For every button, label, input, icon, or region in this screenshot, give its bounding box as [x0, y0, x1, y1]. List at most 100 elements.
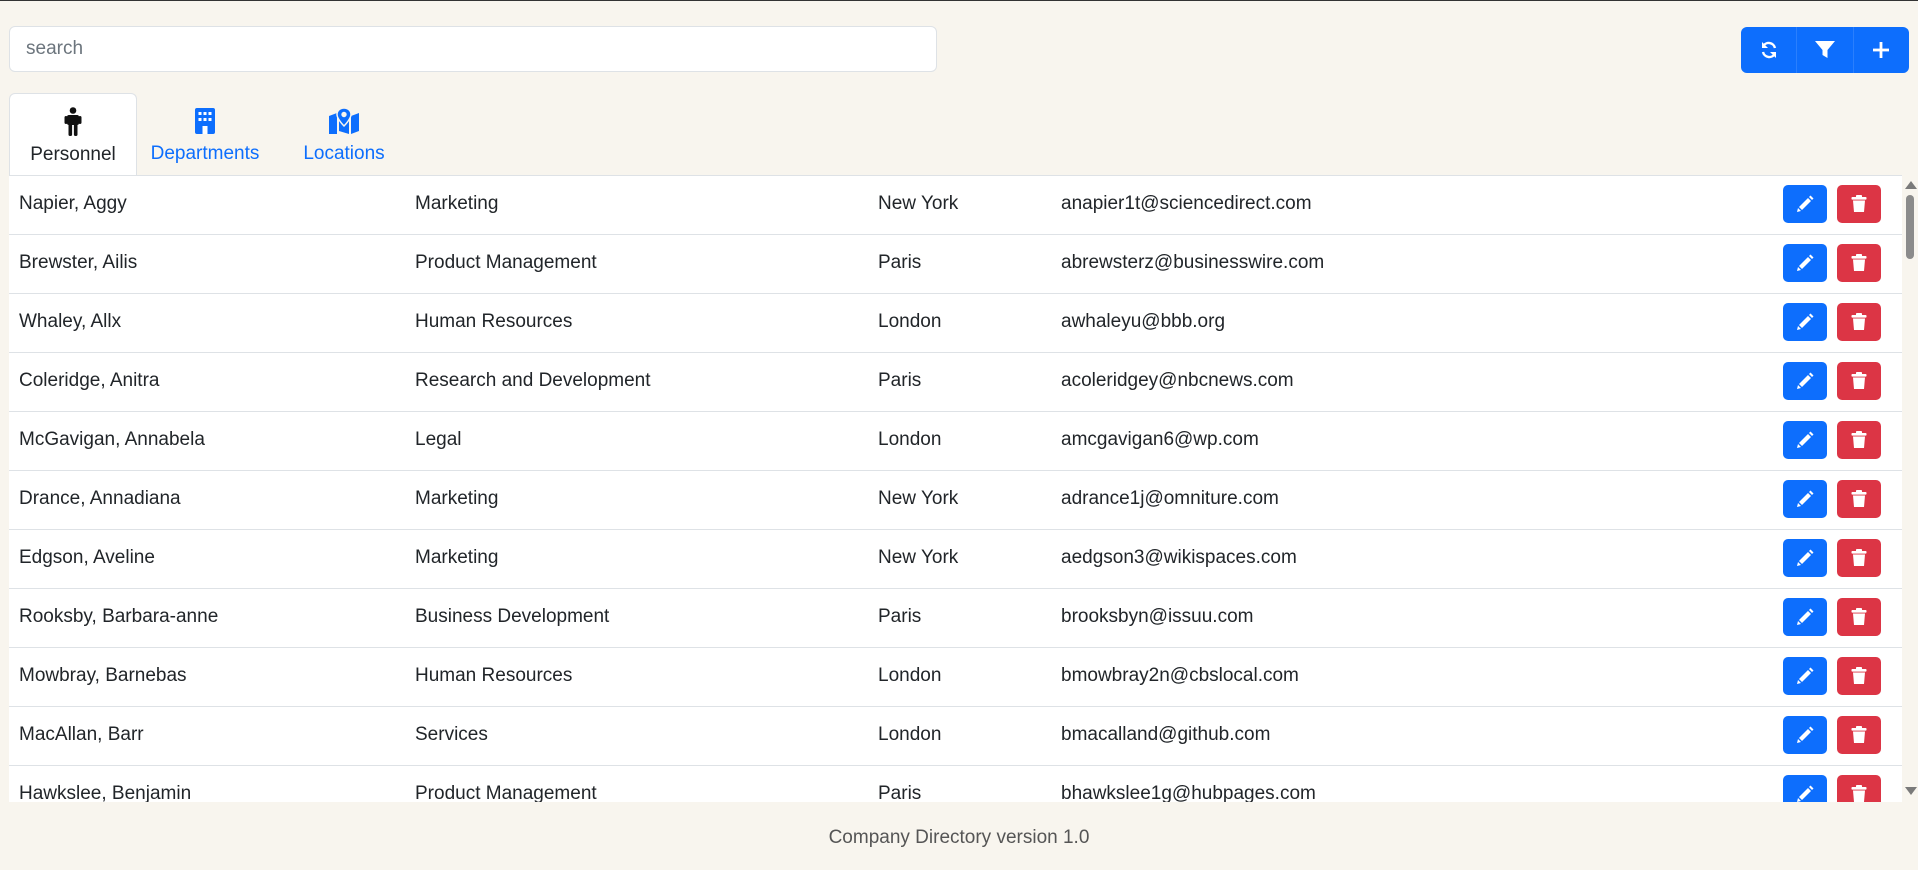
trash-icon — [1851, 254, 1867, 272]
delete-button[interactable] — [1837, 716, 1881, 754]
delete-button[interactable] — [1837, 185, 1881, 223]
edit-button[interactable] — [1783, 657, 1827, 695]
tab-departments[interactable]: Departments — [137, 93, 273, 175]
table-row[interactable]: Edgson, Aveline Marketing New York aedgson3… — [9, 530, 1902, 589]
pencil-icon — [1796, 431, 1814, 449]
tab-locations[interactable]: Locations — [273, 93, 415, 175]
trash-icon — [1851, 195, 1867, 213]
employee-email: bhawkslee1g@hubpages.com — [1061, 783, 1316, 802]
delete-button[interactable] — [1837, 303, 1881, 341]
trash-icon — [1851, 490, 1867, 508]
employee-name: Drance, Annadiana — [19, 488, 181, 509]
employee-email: aedgson3@wikispaces.com — [1061, 547, 1297, 568]
scroll-up-arrow-icon[interactable] — [1905, 181, 1917, 189]
edit-button[interactable] — [1783, 775, 1827, 802]
employee-name: Brewster, Ailis — [19, 252, 138, 273]
table-row[interactable]: Whaley, Allx Human Resources London awhaley… — [9, 294, 1902, 353]
employee-department: Services — [415, 724, 488, 745]
delete-button[interactable] — [1837, 657, 1881, 695]
employee-name: Hawkslee, Benjamin — [19, 783, 192, 802]
employee-location: New York — [878, 193, 959, 214]
table-row[interactable]: MacAllan, Barr Services London bmacalland@g… — [9, 707, 1902, 766]
delete-button[interactable] — [1837, 480, 1881, 518]
employee-name: Whaley, Allx — [19, 311, 122, 332]
employee-location: London — [878, 724, 942, 745]
employee-department: Product Management — [415, 783, 597, 802]
employee-name: MacAllan, Barr — [19, 724, 144, 745]
pencil-icon — [1796, 785, 1814, 802]
tab-label: Departments — [150, 143, 260, 164]
trash-icon — [1851, 608, 1867, 626]
employee-department: Human Resources — [415, 665, 573, 686]
employee-email: awhaleyu@bbb.org — [1061, 311, 1226, 332]
refresh-button[interactable] — [1741, 27, 1796, 73]
employee-department: Marketing — [415, 488, 499, 509]
trash-icon — [1851, 726, 1867, 744]
trash-icon — [1851, 549, 1867, 567]
employee-department: Product Management — [415, 252, 597, 273]
table-row[interactable]: Rooksby, Barbara-anne Business Developmen… — [9, 589, 1902, 648]
table-row[interactable]: Drance, Annadiana Marketing New York adranc… — [9, 471, 1902, 530]
add-button[interactable] — [1852, 27, 1909, 73]
edit-button[interactable] — [1783, 480, 1827, 518]
employee-location: Paris — [878, 370, 922, 391]
edit-button[interactable] — [1783, 598, 1827, 636]
tab-label: Locations — [303, 143, 385, 164]
employee-department: Business Development — [415, 606, 610, 627]
scrollbar-thumb[interactable] — [1906, 195, 1914, 259]
edit-button[interactable] — [1783, 539, 1827, 577]
personnel-table: Napier, Aggy Marketing New York anapier1t@s… — [9, 175, 1902, 802]
employee-department: Marketing — [415, 193, 499, 214]
employee-email: adrance1j@omniture.com — [1061, 488, 1279, 509]
pencil-icon — [1796, 667, 1814, 685]
edit-button[interactable] — [1783, 421, 1827, 459]
employee-name: Napier, Aggy — [19, 193, 127, 214]
employee-location: New York — [878, 488, 959, 509]
edit-button[interactable] — [1783, 303, 1827, 341]
pencil-icon — [1796, 490, 1814, 508]
person-icon — [64, 106, 82, 138]
footer-version: Company Directory version 1.0 — [828, 827, 1090, 848]
employee-email: anapier1t@sciencedirect.com — [1061, 193, 1312, 214]
filter-button[interactable] — [1796, 27, 1852, 73]
employee-location: London — [878, 429, 942, 450]
delete-button[interactable] — [1837, 598, 1881, 636]
employee-name: Coleridge, Anitra — [19, 370, 160, 391]
employee-name: Edgson, Aveline — [19, 547, 155, 568]
table-scrollbar[interactable] — [1902, 175, 1918, 801]
delete-button[interactable] — [1837, 539, 1881, 577]
table-row[interactable]: Napier, Aggy Marketing New York anapier1t@s… — [9, 176, 1902, 235]
plus-icon — [1873, 42, 1890, 58]
employee-department: Legal — [415, 429, 462, 450]
search-input[interactable] — [9, 26, 937, 72]
pencil-icon — [1796, 549, 1814, 567]
scroll-down-arrow-icon[interactable] — [1905, 787, 1917, 795]
pencil-icon — [1796, 313, 1814, 331]
delete-button[interactable] — [1837, 244, 1881, 282]
employee-email: brooksbyn@issuu.com — [1061, 606, 1254, 627]
tab-personnel[interactable]: Personnel — [9, 93, 137, 175]
delete-button[interactable] — [1837, 362, 1881, 400]
table-row[interactable]: McGavigan, Annabela Legal London amcgavigan… — [9, 412, 1902, 471]
employee-location: Paris — [878, 252, 922, 273]
table-row[interactable]: Coleridge, Anitra Research and Developmen… — [9, 353, 1902, 412]
delete-button[interactable] — [1837, 775, 1881, 802]
employee-location: London — [878, 665, 942, 686]
table-row[interactable]: Mowbray, Barnebas Human Resources London bm… — [9, 648, 1902, 707]
pencil-icon — [1796, 195, 1814, 213]
table-row[interactable]: Hawkslee, Benjamin Product Management Pari… — [9, 766, 1902, 802]
edit-button[interactable] — [1783, 244, 1827, 282]
table-row[interactable]: Brewster, Ailis Product Management Paris ab… — [9, 235, 1902, 294]
trash-icon — [1851, 667, 1867, 685]
edit-button[interactable] — [1783, 716, 1827, 754]
employee-email: acoleridgey@nbcnews.com — [1061, 370, 1294, 391]
delete-button[interactable] — [1837, 421, 1881, 459]
pencil-icon — [1796, 372, 1814, 390]
employee-location: New York — [878, 547, 959, 568]
filter-icon — [1814, 41, 1835, 58]
edit-button[interactable] — [1783, 185, 1827, 223]
edit-button[interactable] — [1783, 362, 1827, 400]
refresh-icon — [1761, 41, 1776, 59]
employee-name: McGavigan, Annabela — [19, 429, 205, 450]
trash-icon — [1851, 313, 1867, 331]
